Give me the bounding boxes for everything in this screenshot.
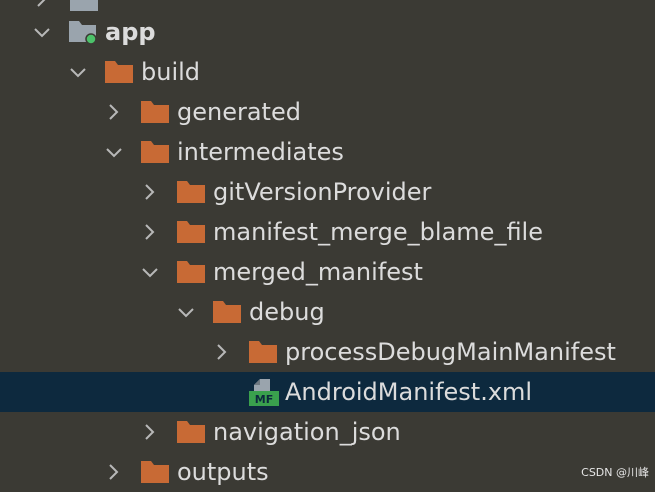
tree-row-label: intermediates (177, 138, 344, 166)
watermark: CSDN @川峰 (581, 466, 649, 479)
tree-row-label: gitVersionProvider (213, 178, 432, 206)
module-folder-icon (68, 19, 100, 45)
tree-row-label: generated (177, 98, 301, 126)
chevron-down-icon[interactable] (30, 12, 54, 52)
tree-row-label: processDebugMainManifest (285, 338, 616, 366)
chevron-right-icon[interactable] (138, 212, 162, 252)
folder-icon (176, 179, 208, 205)
folder-icon (140, 139, 172, 165)
tree-row-label: outputs (177, 458, 269, 486)
tree-row-debug[interactable]: debug (0, 292, 655, 332)
chevron-right-icon[interactable] (210, 332, 234, 372)
folder-icon (176, 259, 208, 285)
chevron-down-icon[interactable] (138, 252, 162, 292)
folder-icon (176, 419, 208, 445)
tree-row-label: AndroidManifest.xml (285, 378, 533, 406)
chevron-down-icon[interactable] (66, 52, 90, 92)
manifest-icon-text: MF (255, 393, 273, 406)
tree-row-androidmanifest-xml[interactable]: MF AndroidManifest.xml (0, 372, 655, 412)
manifest-file-icon: MF (248, 377, 280, 407)
folder-icon (104, 59, 136, 85)
tree-row-intermediates[interactable]: intermediates (0, 132, 655, 172)
tree-row-merged-manifest[interactable]: merged_manifest (0, 252, 655, 292)
chevron-right-icon[interactable] (102, 452, 126, 492)
tree-row-outputs[interactable]: outputs (0, 452, 655, 492)
tree-row-label: debug (249, 298, 325, 326)
chevron-right-icon[interactable] (138, 172, 162, 212)
chevron-right-icon[interactable] (138, 412, 162, 452)
folder-icon (248, 339, 280, 365)
folder-icon (212, 299, 244, 325)
tree-row-app[interactable]: app (0, 12, 655, 52)
chevron-down-icon[interactable] (102, 132, 126, 172)
chevron-down-icon[interactable] (174, 292, 198, 332)
folder-icon (140, 459, 172, 485)
tree-row-label: manifest_merge_blame_file (213, 218, 543, 246)
folder-icon (140, 99, 172, 125)
tree-row-navigation-json[interactable]: navigation_json (0, 412, 655, 452)
tree-row-manifest-merge-blame-file[interactable]: manifest_merge_blame_file (0, 212, 655, 252)
tree-row-label: navigation_json (213, 418, 401, 446)
tree-row-processdebugmainmanifest[interactable]: processDebugMainManifest (0, 332, 655, 372)
tree-row-label: build (141, 58, 201, 86)
chevron-right-icon[interactable] (102, 92, 126, 132)
tree-row-label: app (105, 18, 156, 46)
project-tree: app build generated intermediates gitVer… (0, 0, 655, 490)
tree-row-label: merged_manifest (213, 258, 423, 286)
tree-row-build[interactable]: build (0, 52, 655, 92)
folder-icon (176, 219, 208, 245)
tree-row-gitversionprovider[interactable]: gitVersionProvider (0, 172, 655, 212)
tree-row-generated[interactable]: generated (0, 92, 655, 132)
